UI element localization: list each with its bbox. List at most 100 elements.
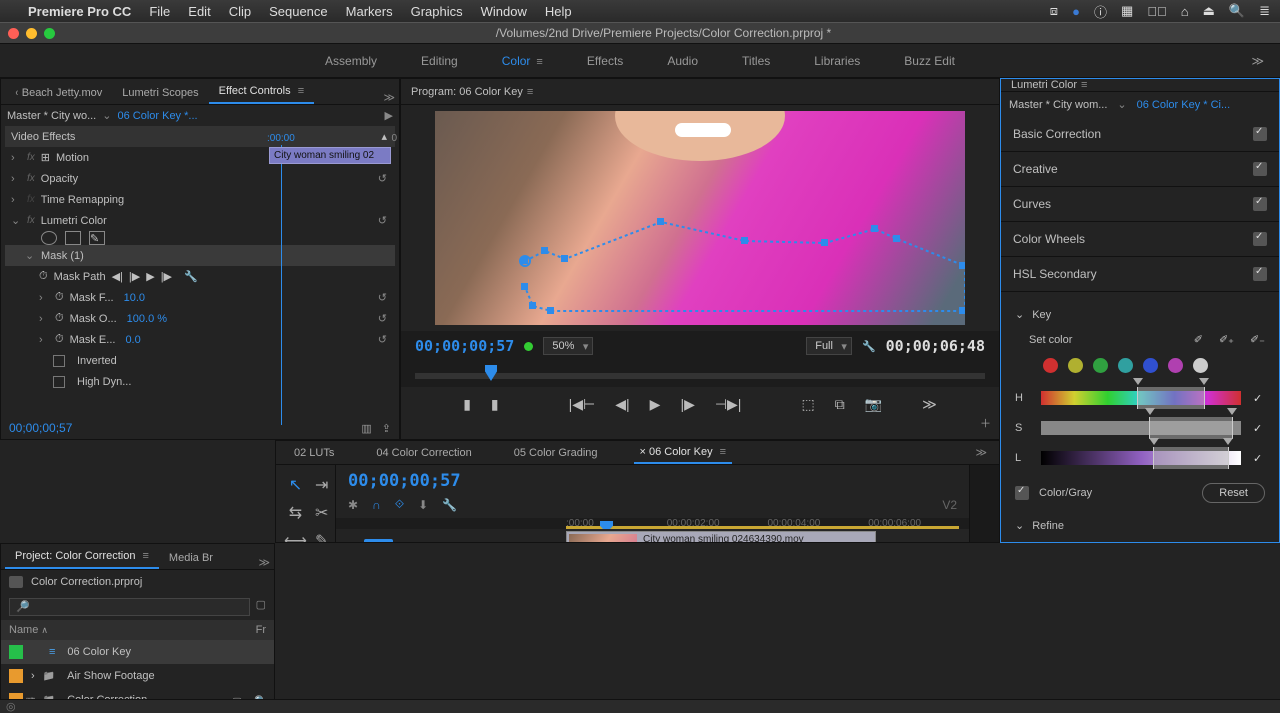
hsl-key-header[interactable]: ⌄Key xyxy=(1015,302,1265,327)
menu-window[interactable]: Window xyxy=(481,4,527,19)
swatch-cyan[interactable] xyxy=(1118,358,1133,373)
wrench-icon[interactable]: 🔧 xyxy=(184,270,198,283)
clip-city-woman[interactable]: fx City woman smiling 024634390.mov xyxy=(566,531,876,543)
bezier-mask-overlay[interactable] xyxy=(435,111,965,325)
window-zoom-button[interactable] xyxy=(44,28,55,39)
timeline-tracks[interactable]: 🔒 V1 ⟳ 👁 fx City woman smiling 024634390… xyxy=(336,529,969,543)
step-back-icon[interactable]: ◀| xyxy=(615,396,629,413)
extract-icon[interactable]: ⧉ xyxy=(835,396,845,413)
new-bin-icon[interactable]: ▢ xyxy=(256,598,266,616)
ec-play-icon[interactable]: ▶ xyxy=(385,109,393,122)
panel-overflow-icon[interactable]: ≫ xyxy=(975,446,987,459)
toggle-output-icon[interactable]: 👁 xyxy=(423,542,437,544)
section-basic-correction[interactable]: Basic Correction xyxy=(1001,117,1279,152)
tab-seq-06-colorkey[interactable]: × 06 Color Key ≡ xyxy=(634,442,733,464)
slip-tool-icon[interactable]: ⟷ xyxy=(284,531,307,543)
tab-effect-controls[interactable]: Effect Controls ≡ xyxy=(209,80,314,104)
project-columns[interactable]: Name ∧ Fr xyxy=(1,620,274,640)
go-to-in-icon[interactable]: |◀⊢ xyxy=(569,396,596,413)
section-creative[interactable]: Creative xyxy=(1001,152,1279,187)
tab-lumetri-scopes[interactable]: Lumetri Scopes xyxy=(112,82,208,104)
menu-graphics[interactable]: Graphics xyxy=(411,4,463,19)
track-v1[interactable]: 🔒 V1 ⟳ 👁 fx City woman smiling 024634390… xyxy=(336,529,969,543)
panel-overflow-icon[interactable]: ≫ xyxy=(258,556,270,569)
spotlight-icon[interactable]: 🔍 xyxy=(1229,3,1245,19)
ripple-tool-icon[interactable]: ⇆ xyxy=(284,503,307,523)
sync-lock-icon[interactable]: ⟳ xyxy=(401,542,415,544)
project-search-input[interactable] xyxy=(9,598,250,616)
track-select-tool-icon[interactable]: ⇥ xyxy=(315,475,328,495)
workspace-audio[interactable]: Audio xyxy=(665,50,700,72)
ellipse-mask-button[interactable] xyxy=(41,231,57,245)
workspace-effects[interactable]: Effects xyxy=(585,50,625,72)
checkbox-icon[interactable] xyxy=(1253,127,1267,141)
timeline-timecode[interactable]: 00;00;00;57 xyxy=(336,465,969,497)
panel-overflow-icon[interactable]: ≫ xyxy=(383,91,395,104)
ec-clip-duration-bar[interactable]: City woman smiling 02 xyxy=(269,147,391,164)
mask-prev-kf-icon[interactable]: ◀| xyxy=(112,270,123,283)
reset-button[interactable]: Reset xyxy=(1202,483,1265,503)
ec-mask-expansion[interactable]: ›⏱Mask E...0.0↺ xyxy=(5,329,395,350)
menu-sequence[interactable]: Sequence xyxy=(269,4,328,19)
eyedropper-sub-icon[interactable]: ✐₋ xyxy=(1250,333,1265,346)
app-menu[interactable]: Premiere Pro CC xyxy=(28,4,131,19)
button-editor-icon[interactable]: ＋ xyxy=(980,415,991,431)
section-hsl-secondary[interactable]: HSL Secondary xyxy=(1001,257,1279,292)
play-button[interactable]: ▶ xyxy=(650,396,661,413)
tab-seq-02-luts[interactable]: 02 LUTs xyxy=(288,443,340,463)
lum-slider[interactable]: L ✓ xyxy=(1015,443,1265,473)
tab-project[interactable]: Project: Color Correction ≡ xyxy=(5,545,159,569)
workspace-titles[interactable]: Titles xyxy=(740,50,772,72)
ec-share-icon[interactable]: ⇪ xyxy=(382,422,391,435)
ec-timecode[interactable]: 00;00;00;57 xyxy=(9,421,72,435)
window-close-button[interactable] xyxy=(8,28,19,39)
menu-help[interactable]: Help xyxy=(545,4,572,19)
ec-mini-timeline[interactable]: :00:00 0 xyxy=(267,133,397,144)
pen-mask-button[interactable]: ✎ xyxy=(89,231,105,245)
zoom-select[interactable]: 50% xyxy=(543,337,593,355)
section-color-wheels[interactable]: Color Wheels xyxy=(1001,222,1279,257)
menu-edit[interactable]: Edit xyxy=(188,4,210,19)
tab-media-browser[interactable]: Media Br xyxy=(159,547,223,569)
workspace-libraries[interactable]: Libraries xyxy=(812,50,862,72)
swatch-red[interactable] xyxy=(1043,358,1058,373)
mark-out-icon[interactable]: ▮ xyxy=(491,396,499,413)
colorgray-checkbox[interactable]: ✓ xyxy=(1015,486,1029,500)
lumetri-clip-selector[interactable]: Master * City wom...⌄ 06 Color Key * Ci.… xyxy=(1001,92,1279,117)
status-dot-icon[interactable]: ● xyxy=(1072,4,1080,19)
resolution-select[interactable]: Full xyxy=(806,337,852,355)
checkbox-icon[interactable] xyxy=(1253,197,1267,211)
checkbox-icon[interactable] xyxy=(1253,232,1267,246)
ec-opacity[interactable]: ›fxOpacity↺ xyxy=(5,168,395,189)
program-ruler[interactable] xyxy=(401,361,999,387)
ec-lumetri-color[interactable]: ⌄fxLumetri Color↺ xyxy=(5,210,395,231)
tab-beach-jetty[interactable]: ‹ Beach Jetty.mov xyxy=(5,82,112,104)
program-viewer[interactable] xyxy=(401,105,999,331)
menu-clip[interactable]: Clip xyxy=(229,4,251,19)
eject-icon[interactable]: ⏏ xyxy=(1203,3,1215,19)
linked-selection-icon[interactable]: ⟐ xyxy=(395,497,404,512)
menu-file[interactable]: File xyxy=(149,4,170,19)
hsl-refine-header[interactable]: ⌄Refine xyxy=(1015,513,1265,538)
tab-seq-04-cc[interactable]: 04 Color Correction xyxy=(370,443,477,463)
settings-wrench-icon[interactable]: 🔧 xyxy=(862,340,876,353)
lumetri-menu-icon[interactable]: ≡ xyxy=(1081,79,1087,91)
workspace-overflow-icon[interactable]: ≫ xyxy=(1251,54,1264,68)
h-check-icon[interactable]: ✓ xyxy=(1253,392,1265,405)
program-menu-icon[interactable]: ≡ xyxy=(527,86,533,98)
lift-icon[interactable]: ⬚ xyxy=(801,396,814,413)
s-check-icon[interactable]: ✓ xyxy=(1253,422,1265,435)
mask-track-stop-icon[interactable]: |▶ xyxy=(161,270,172,283)
ec-playhead-line[interactable] xyxy=(281,145,282,425)
swatch-white[interactable] xyxy=(1193,358,1208,373)
swatch-blue[interactable] xyxy=(1143,358,1158,373)
denoise-slider[interactable]: Denoise 0.0 xyxy=(1015,538,1265,543)
window-minimize-button[interactable] xyxy=(26,28,37,39)
l-check-icon[interactable]: ✓ xyxy=(1253,452,1265,465)
ec-mask-opacity[interactable]: ›⏱Mask O...100.0 %↺ xyxy=(5,308,395,329)
rect-mask-button[interactable] xyxy=(65,231,81,245)
dropbox-icon[interactable]: ⧈ xyxy=(1050,3,1058,19)
resolution-indicator-icon[interactable] xyxy=(524,342,533,351)
ec-mask-1[interactable]: ⌄Mask (1) xyxy=(5,245,395,266)
ec-mask-inverted[interactable]: Inverted xyxy=(5,350,395,371)
